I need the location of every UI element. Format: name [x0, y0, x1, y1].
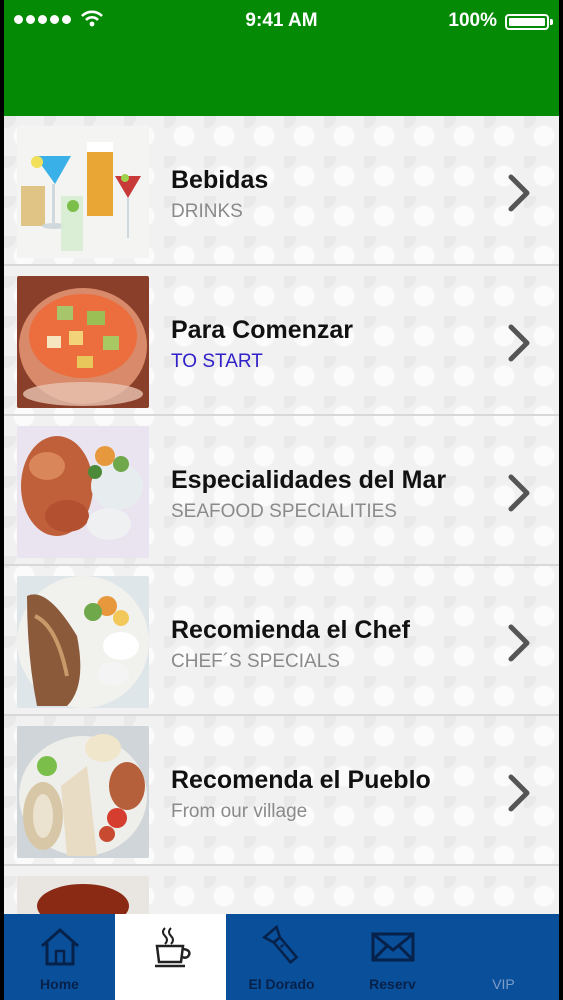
- menu-item-recomienda-el-chef[interactable]: Recomienda el Chef CHEF´S SPECIALS: [4, 566, 559, 716]
- menu-item-subtitle: SEAFOOD SPECIALITIES: [171, 501, 397, 522]
- menu-item-especialidades-del-mar[interactable]: Especialidades del Mar SEAFOOD SPECIALIT…: [4, 416, 559, 566]
- village-plate-photo: [17, 726, 149, 858]
- tab-label: Home: [40, 976, 79, 992]
- drinks-photo: [17, 126, 149, 258]
- envelope-icon: [371, 932, 414, 962]
- menu-item-title: Especialidades del Mar: [171, 466, 447, 494]
- chevron-right-icon: [505, 323, 533, 363]
- home-icon: [40, 928, 79, 966]
- tab-label: VIP: [492, 976, 515, 992]
- partial-photo: [17, 876, 149, 914]
- menu-item-bebidas[interactable]: Bebidas DRINKS: [4, 116, 559, 266]
- menu-item-partial[interactable]: [4, 866, 559, 914]
- menu-item-title: Para Comenzar: [171, 316, 354, 344]
- seafood-photo: [17, 426, 149, 558]
- menu-item-subtitle: DRINKS: [171, 201, 243, 222]
- tab-reserv[interactable]: Reserv: [337, 914, 448, 1000]
- menu-item-title: Recomienda el Chef: [171, 616, 410, 644]
- flashlight-icon: [261, 924, 298, 965]
- menu-item-recomenda-el-pueblo[interactable]: Recomenda el Pueblo From our village: [4, 716, 559, 866]
- chevron-right-icon: [505, 623, 533, 663]
- menu-list[interactable]: Bebidas DRINKS Para Comenzar TO START Es…: [4, 116, 559, 914]
- ceviche-photo: [17, 276, 149, 408]
- coffee-cup-icon: [154, 927, 191, 968]
- header-bar: 9:41 AM 100%: [4, 0, 559, 116]
- menu-item-subtitle: TO START: [171, 351, 263, 372]
- menu-item-title: Bebidas: [171, 166, 269, 194]
- battery-icon: [505, 14, 553, 30]
- tab-menu[interactable]: [115, 914, 226, 1000]
- chevron-right-icon: [505, 173, 533, 213]
- status-bar: 9:41 AM 100%: [4, 6, 559, 38]
- battery-percent: 100%: [448, 10, 497, 31]
- tab-bar: Home El Dorado Reserv VIP: [4, 914, 559, 1000]
- tab-el-dorado[interactable]: El Dorado: [226, 914, 337, 1000]
- tab-label: El Dorado: [248, 976, 315, 992]
- menu-item-subtitle: CHEF´S SPECIALS: [171, 651, 340, 672]
- fish-plate-photo: [17, 576, 149, 708]
- chevron-right-icon: [505, 473, 533, 513]
- tab-home[interactable]: Home: [4, 914, 115, 1000]
- menu-item-subtitle: From our village: [171, 801, 308, 822]
- menu-item-para-comenzar[interactable]: Para Comenzar TO START: [4, 266, 559, 416]
- chevron-right-icon: [505, 773, 533, 813]
- tab-label: Reserv: [369, 976, 416, 992]
- tab-vip[interactable]: VIP: [448, 914, 559, 1000]
- menu-item-title: Recomenda el Pueblo: [171, 766, 431, 794]
- app-screen: 9:41 AM 100% Bebidas DRINKS Para Comenza…: [4, 0, 559, 1000]
